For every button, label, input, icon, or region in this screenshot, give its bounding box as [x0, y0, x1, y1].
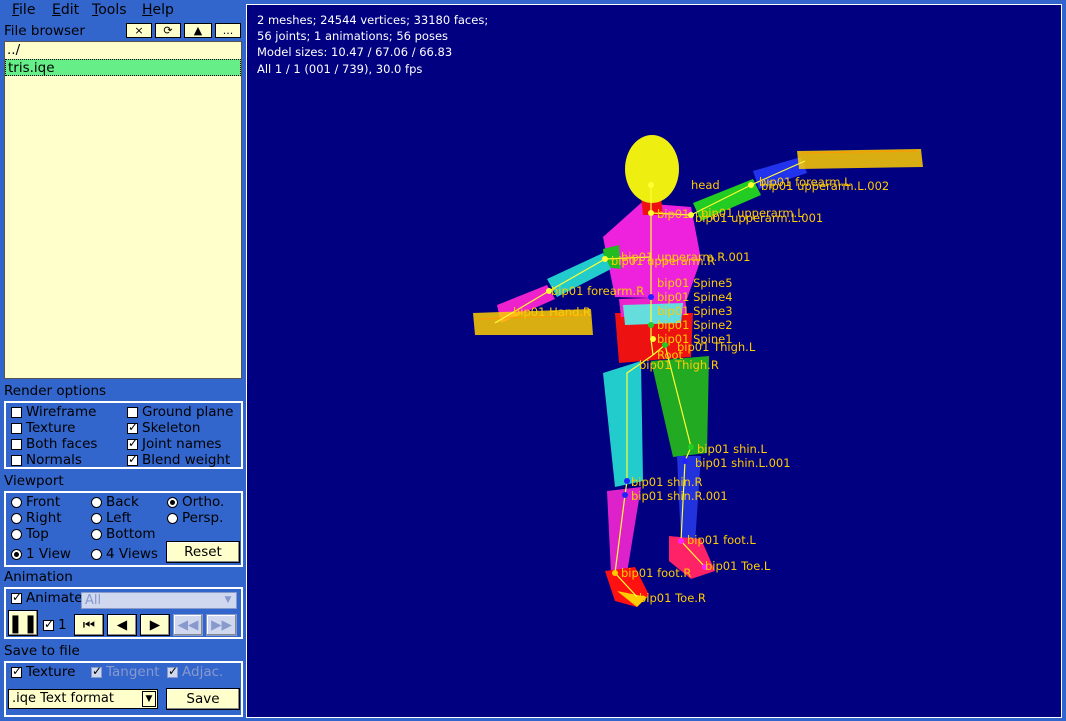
- pause-icon: ❚❚: [7, 612, 39, 634]
- joint-label-shin-l: bip01 shin.L: [697, 442, 768, 456]
- rewind-button[interactable]: ◀◀: [173, 614, 203, 636]
- menu-tools[interactable]: Tools: [92, 2, 127, 18]
- render-options-title: Render options: [4, 383, 107, 399]
- bottom-radio[interactable]: Bottom: [91, 526, 156, 542]
- joint-label-foot-r: bip01 foot.R: [621, 566, 691, 580]
- joint-label-neck: bip01: [657, 207, 689, 221]
- file-item-parent[interactable]: ../: [5, 42, 241, 59]
- speed-checkbox[interactable]: 1: [43, 617, 67, 633]
- joint-label-toe-r: bip01 Toe.R: [639, 591, 706, 605]
- hand-label-cluster-left: [797, 149, 923, 169]
- joint-label-forearm-r: bip01 forearm.R: [551, 284, 644, 298]
- pause-button[interactable]: ❚❚: [8, 610, 38, 636]
- menu-edit[interactable]: Edit: [52, 2, 79, 18]
- next-frame-button[interactable]: ▶: [140, 614, 170, 636]
- chevron-down-icon: ▼: [142, 691, 156, 707]
- joint-label-toe-l: bip01 Toe.L: [705, 559, 771, 573]
- both-faces-checkbox[interactable]: Both faces: [11, 436, 97, 452]
- joint-label-spine2: bip01 Spine2: [657, 318, 733, 332]
- joint-label-spine3: bip01 Spine3: [657, 304, 733, 318]
- skip-back-icon: ⏮: [82, 617, 96, 633]
- joint-label-head: head: [691, 178, 720, 192]
- file-item-selected[interactable]: tris.iqe: [5, 59, 241, 76]
- joint-label-spine4: bip01 Spine4: [657, 290, 733, 304]
- menu-bar: File Edit Tools Help: [0, 0, 243, 20]
- right-radio[interactable]: Right: [11, 510, 62, 526]
- top-radio[interactable]: Top: [11, 526, 49, 542]
- step-back-icon: ◀: [116, 617, 128, 633]
- animate-checkbox[interactable]: Animate: [11, 590, 83, 606]
- joint-label-hand-r: bip01 Hand.R: [513, 305, 591, 319]
- more-button[interactable]: ...: [215, 23, 241, 38]
- file-browser-title: File browser: [4, 23, 85, 39]
- ortho-radio[interactable]: Ortho.: [167, 494, 224, 510]
- persp-radio[interactable]: Persp.: [167, 510, 223, 526]
- fast-forward-button[interactable]: ▶▶: [206, 614, 237, 636]
- one-view-radio[interactable]: 1 View: [11, 546, 71, 562]
- joint-label-spine5: bip01 Spine5: [657, 276, 733, 290]
- refresh-button[interactable]: ⟳: [155, 23, 181, 38]
- menu-file[interactable]: File: [12, 2, 35, 18]
- back-radio[interactable]: Back: [91, 494, 139, 510]
- joint-label-forearm-l: bip01 forearm.L: [759, 175, 851, 189]
- wireframe-checkbox[interactable]: Wireframe: [11, 404, 96, 420]
- reset-button[interactable]: Reset: [166, 541, 240, 563]
- save-button[interactable]: Save: [166, 688, 240, 710]
- save-tangent-checkbox[interactable]: Tangent: [91, 664, 160, 680]
- rewind-icon: ◀◀: [177, 617, 199, 633]
- front-radio[interactable]: Front: [11, 494, 60, 510]
- format-select[interactable]: .iqe Text format ▼: [8, 689, 158, 709]
- joint-label-upperarm-r: bip01 upperarm.R: [611, 254, 715, 268]
- prev-frame-button[interactable]: ◀: [107, 614, 137, 636]
- save-adjac-checkbox[interactable]: Adjac.: [167, 664, 223, 680]
- animation-select[interactable]: All ▼: [81, 592, 237, 609]
- menu-help[interactable]: Help: [142, 2, 174, 18]
- joint-label-shin-l-001: bip01 shin.L.001: [695, 456, 791, 470]
- joint-label-shin-r: bip01 shin.R: [631, 475, 703, 489]
- save-title: Save to file: [4, 643, 80, 659]
- ground-plane-checkbox[interactable]: Ground plane: [127, 404, 233, 420]
- left-radio[interactable]: Left: [91, 510, 131, 526]
- first-frame-button[interactable]: ⏮: [74, 614, 104, 636]
- joint-names-checkbox[interactable]: Joint names: [127, 436, 221, 452]
- joint-label-thigh-l: bip01 Thigh.L: [677, 340, 756, 354]
- joint-label-thigh-r: bip01 Thigh.R: [639, 358, 719, 372]
- fast-forward-icon: ▶▶: [211, 617, 232, 633]
- model-render: head bip01 upperarm.L.002 bip01 forearm.…: [473, 135, 923, 607]
- skeleton-checkbox[interactable]: Skeleton: [127, 420, 200, 436]
- blend-weight-checkbox[interactable]: Blend weight: [127, 452, 230, 468]
- up-button[interactable]: ▲: [184, 23, 212, 38]
- joint-label-upperarm-l-001: bip01 upperarm.L.001: [695, 211, 823, 225]
- viewport-title: Viewport: [4, 473, 64, 489]
- animation-title: Animation: [4, 569, 73, 585]
- joint-label-foot-l: bip01 foot.L: [687, 533, 756, 547]
- save-texture-checkbox[interactable]: Texture: [11, 664, 75, 680]
- 3d-viewport[interactable]: 2 meshes; 24544 vertices; 33180 faces; 5…: [246, 4, 1062, 718]
- close-button[interactable]: ×: [126, 23, 152, 38]
- four-views-radio[interactable]: 4 Views: [91, 546, 158, 562]
- normals-checkbox[interactable]: Normals: [11, 452, 82, 468]
- file-list[interactable]: ../ tris.iqe: [4, 41, 242, 379]
- texture-checkbox[interactable]: Texture: [11, 420, 75, 436]
- step-forward-icon: ▶: [149, 617, 161, 633]
- chevron-down-icon: ▼: [224, 595, 232, 605]
- left-panel: File Edit Tools Help File browser × ⟳ ▲ …: [0, 0, 243, 721]
- joint-label-shin-r-001: bip01 shin.R.001: [631, 489, 728, 503]
